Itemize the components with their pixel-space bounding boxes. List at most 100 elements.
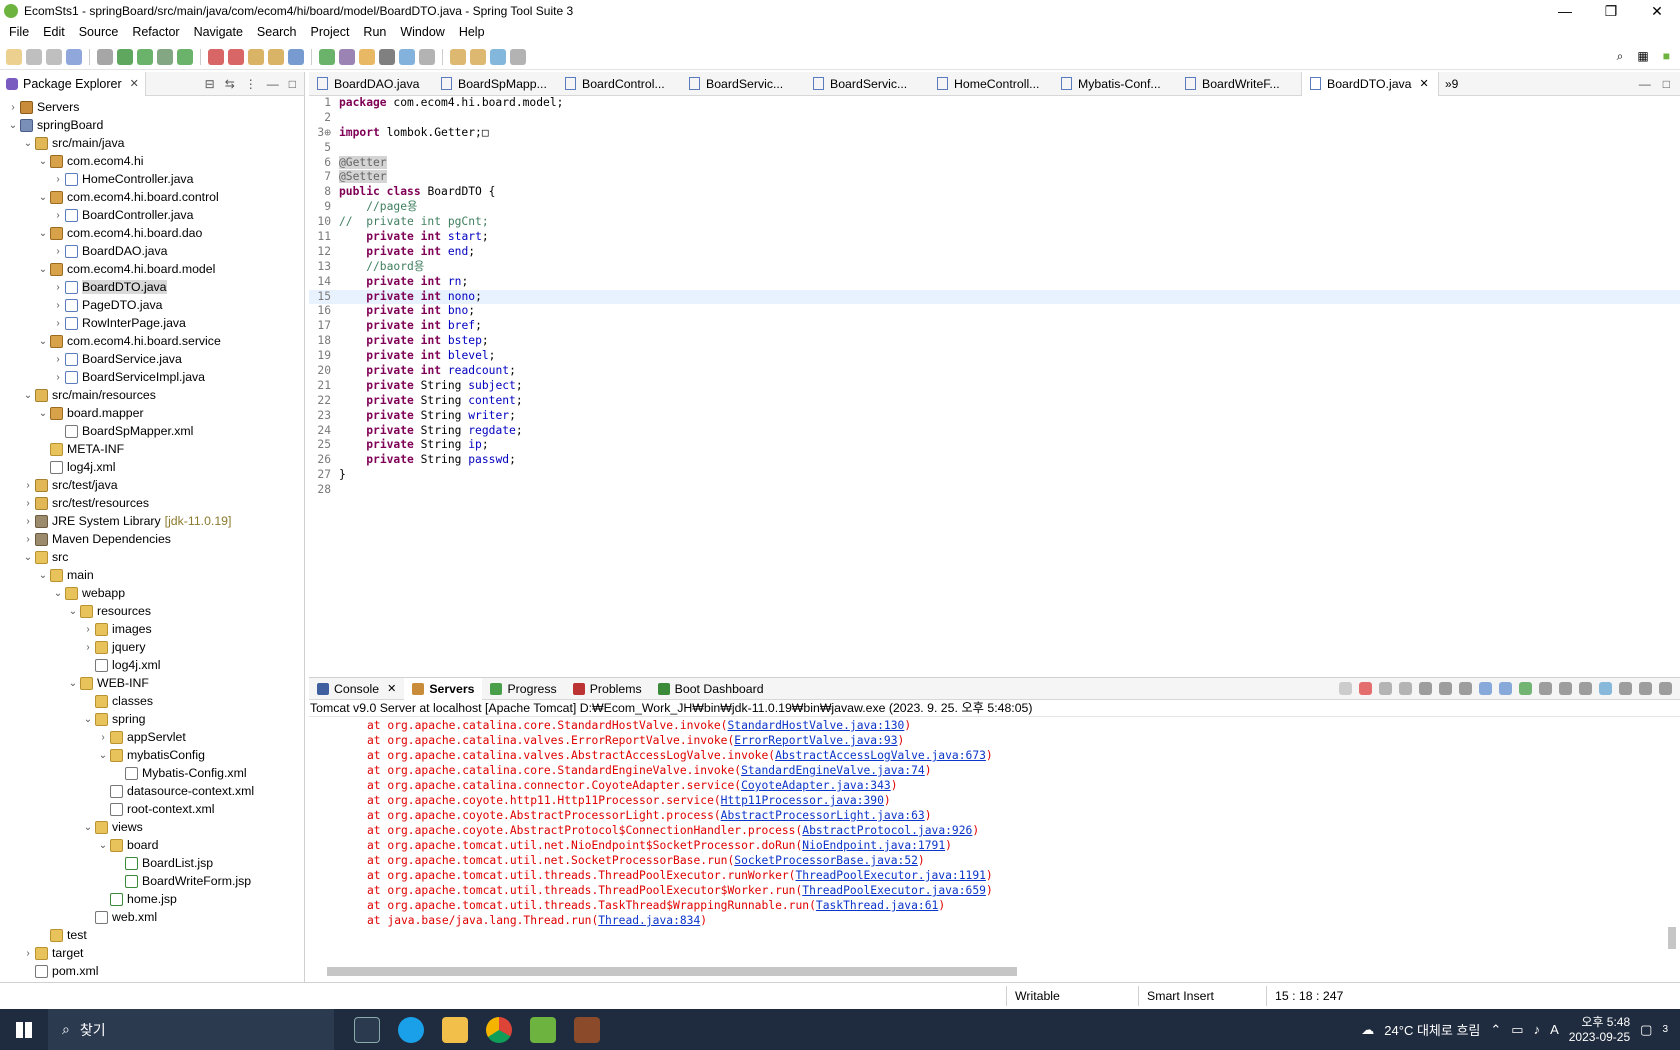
chevron-down-icon[interactable]: ⌄ bbox=[36, 336, 50, 347]
maximize-button[interactable]: ❐ bbox=[1588, 0, 1634, 22]
display-console-icon[interactable] bbox=[1539, 682, 1552, 695]
tree-item[interactable]: ⌄ src/main/resources bbox=[0, 386, 304, 404]
spring-perspective-icon[interactable]: ■ bbox=[1663, 49, 1670, 64]
ime-indicator[interactable]: A bbox=[1550, 1022, 1559, 1037]
chevron-down-icon[interactable]: ⌄ bbox=[36, 156, 50, 167]
close-window-button[interactable]: ✕ bbox=[1634, 0, 1680, 22]
tab-servers[interactable]: Servers bbox=[404, 677, 483, 700]
open-console-icon[interactable] bbox=[1559, 682, 1572, 695]
tree-item[interactable]: ⌄ spring bbox=[0, 710, 304, 728]
minimize-editor-icon[interactable]: — bbox=[1639, 77, 1651, 91]
code-line[interactable]: 21 private String subject; bbox=[309, 379, 1680, 394]
menu-source[interactable]: Source bbox=[72, 25, 126, 39]
tree-item[interactable]: ⌄ webapp bbox=[0, 584, 304, 602]
chevron-down-icon[interactable]: ⌄ bbox=[6, 120, 20, 131]
code-line[interactable]: 17 private int bref; bbox=[309, 319, 1680, 334]
tree-item[interactable]: ⌄ com.ecom4.hi.board.dao bbox=[0, 224, 304, 242]
run-config-icon[interactable] bbox=[157, 48, 173, 65]
tree-item[interactable]: › Servers bbox=[0, 98, 304, 116]
chevron-down-icon[interactable]: ⌄ bbox=[36, 192, 50, 203]
status-insert-mode[interactable]: Smart Insert bbox=[1138, 985, 1266, 1006]
chevron-down-icon[interactable]: ⌄ bbox=[51, 588, 65, 599]
chevron-down-icon[interactable]: ⌄ bbox=[21, 138, 35, 149]
tree-item[interactable]: Mybatis-Config.xml bbox=[0, 764, 304, 782]
code-line[interactable]: 3⊕ import lombok.Getter;□ bbox=[309, 126, 1680, 141]
terminate-icon[interactable] bbox=[228, 48, 244, 65]
search-tool-icon[interactable] bbox=[319, 48, 335, 65]
menu-file[interactable]: File bbox=[2, 25, 36, 39]
code-line[interactable]: 18 private int bstep; bbox=[309, 334, 1680, 349]
source-link[interactable]: ThreadPoolExecutor.java:659 bbox=[802, 884, 986, 897]
chevron-right-icon[interactable]: › bbox=[51, 354, 65, 365]
tree-item[interactable]: › JRE System Library [jdk-11.0.19] bbox=[0, 512, 304, 530]
menu-window[interactable]: Window bbox=[393, 25, 451, 39]
spring-tool-suite-taskbar-icon[interactable] bbox=[530, 1016, 556, 1043]
code-line[interactable]: 28 bbox=[309, 483, 1680, 498]
code-line[interactable]: 5 bbox=[309, 141, 1680, 156]
tree-item[interactable]: › BoardController.java bbox=[0, 206, 304, 224]
tree-item[interactable]: ⌄ board.mapper bbox=[0, 404, 304, 422]
tomcat-app-icon[interactable] bbox=[574, 1016, 600, 1043]
source-link[interactable]: SocketProcessorBase.java:52 bbox=[734, 854, 918, 867]
tree-item[interactable]: ⌄ com.ecom4.hi bbox=[0, 152, 304, 170]
source-link[interactable]: StandardHostValve.java:130 bbox=[727, 719, 904, 732]
tree-item[interactable]: root-context.xml bbox=[0, 800, 304, 818]
tree-item[interactable]: BoardWriteForm.jsp bbox=[0, 872, 304, 890]
source-link[interactable]: NioEndpoint.java:1791 bbox=[802, 839, 945, 852]
chevron-down-icon[interactable]: ⌄ bbox=[36, 264, 50, 275]
tree-item[interactable]: ⌄ com.ecom4.hi.board.control bbox=[0, 188, 304, 206]
tree-item[interactable]: ⌄ src bbox=[0, 548, 304, 566]
chevron-down-icon[interactable]: ⌄ bbox=[21, 390, 35, 401]
menu-navigate[interactable]: Navigate bbox=[187, 25, 250, 39]
source-link[interactable]: TaskThread.java:61 bbox=[816, 899, 938, 912]
minimize-button[interactable]: — bbox=[1542, 0, 1588, 22]
tree-item[interactable]: ⌄ WEB-INF bbox=[0, 674, 304, 692]
source-link[interactable]: CoyoteAdapter.java:343 bbox=[741, 779, 891, 792]
menu-help[interactable]: Help bbox=[452, 25, 492, 39]
code-line[interactable]: 9 //page용 bbox=[309, 200, 1680, 215]
clear-console-icon[interactable] bbox=[1419, 682, 1432, 695]
code-line[interactable]: 25 private String ip; bbox=[309, 438, 1680, 453]
tree-item[interactable]: log4j.xml bbox=[0, 458, 304, 476]
chevron-right-icon[interactable]: › bbox=[51, 300, 65, 311]
tree-item[interactable]: log4j.xml bbox=[0, 656, 304, 674]
editor-tab[interactable]: BoardServic... bbox=[805, 72, 929, 96]
tree-item[interactable]: classes bbox=[0, 692, 304, 710]
chevron-right-icon[interactable]: › bbox=[21, 534, 35, 545]
toggle-block-icon[interactable] bbox=[379, 48, 395, 65]
settings-icon[interactable] bbox=[1619, 682, 1632, 695]
menu-project[interactable]: Project bbox=[304, 25, 357, 39]
menu-edit[interactable]: Edit bbox=[36, 25, 72, 39]
show-whitespace-icon[interactable] bbox=[399, 48, 415, 65]
boot-icon[interactable] bbox=[1599, 682, 1612, 695]
tree-item[interactable]: META-INF bbox=[0, 440, 304, 458]
markers-icon[interactable] bbox=[339, 48, 355, 65]
notification-icon[interactable]: ▢ bbox=[1640, 1022, 1652, 1038]
weather-icon[interactable]: ☁ bbox=[1361, 1022, 1374, 1038]
show-console-stderr-icon[interactable] bbox=[1499, 682, 1512, 695]
chevron-down-icon[interactable]: ⌄ bbox=[66, 678, 80, 689]
tree-item[interactable]: › BoardServiceImpl.java bbox=[0, 368, 304, 386]
open-perspective-button-icon[interactable]: ▦ bbox=[1637, 49, 1648, 64]
tab-console[interactable]: Console ✕ bbox=[309, 678, 404, 700]
code-line[interactable]: 14 private int rn; bbox=[309, 275, 1680, 290]
code-line[interactable]: 23 private String writer; bbox=[309, 409, 1680, 424]
editor-tab[interactable]: BoardSpMapp... bbox=[433, 72, 557, 96]
tree-item[interactable]: › Maven Dependencies bbox=[0, 530, 304, 548]
code-line[interactable]: 10 // private int pgCnt; bbox=[309, 215, 1680, 230]
chevron-right-icon[interactable]: › bbox=[51, 210, 65, 221]
file-explorer-icon[interactable] bbox=[442, 1016, 468, 1043]
pin-editor-icon[interactable] bbox=[490, 48, 506, 65]
code-line[interactable]: 26 private String passwd; bbox=[309, 453, 1680, 468]
start-button[interactable] bbox=[0, 1009, 48, 1050]
tree-item[interactable]: ⌄ com.ecom4.hi.board.model bbox=[0, 260, 304, 278]
tree-item[interactable]: ⌄ com.ecom4.hi.board.service bbox=[0, 332, 304, 350]
new-console-icon[interactable] bbox=[1579, 682, 1592, 695]
more-tabs-button[interactable]: »9 bbox=[1445, 77, 1458, 91]
tree-item[interactable]: ⌄ views bbox=[0, 818, 304, 836]
stop-server-icon[interactable] bbox=[1359, 682, 1372, 695]
run-icon[interactable] bbox=[137, 48, 153, 65]
tab-problems[interactable]: Problems bbox=[565, 678, 650, 700]
chevron-down-icon[interactable]: ⌄ bbox=[81, 714, 95, 725]
volume-icon[interactable]: ♪ bbox=[1534, 1022, 1541, 1037]
